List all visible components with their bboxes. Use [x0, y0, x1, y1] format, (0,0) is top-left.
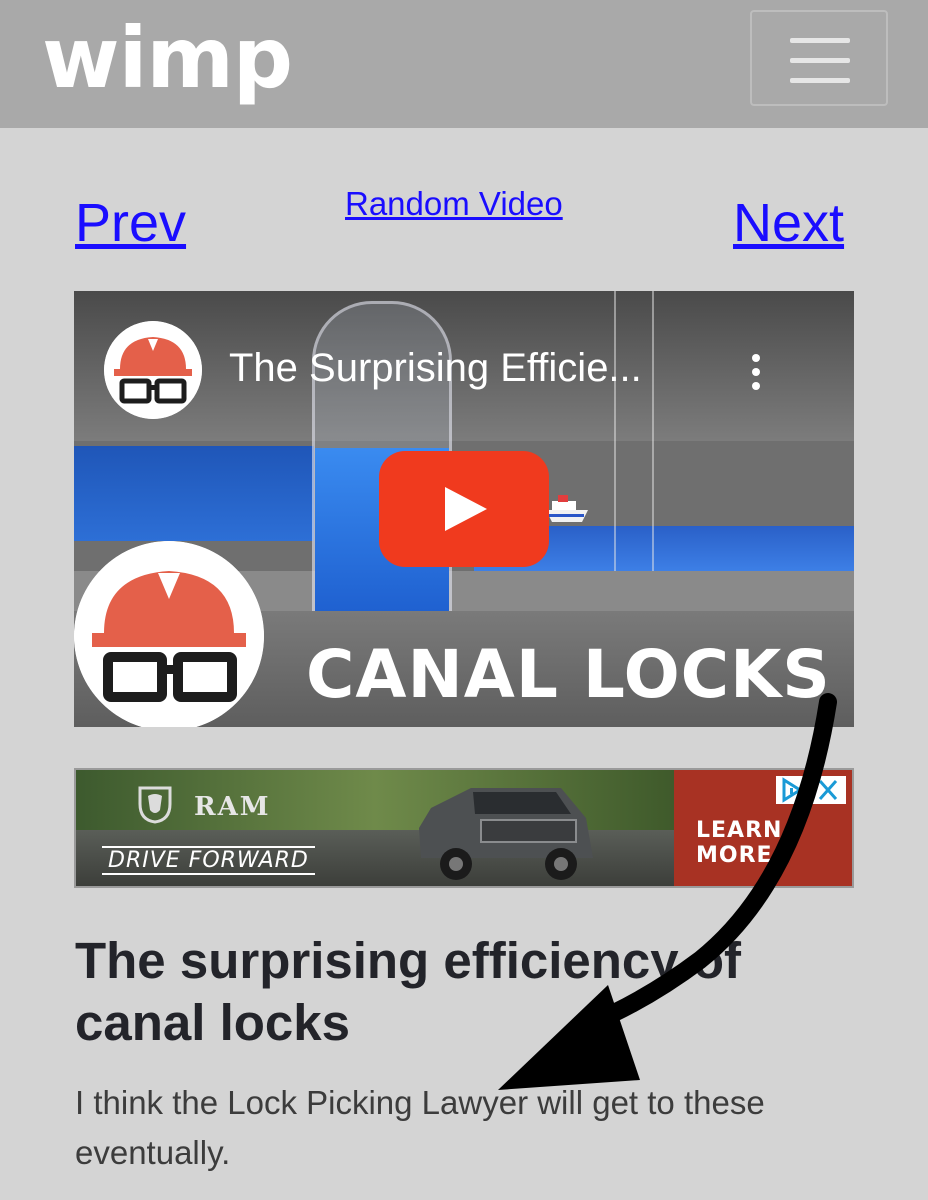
- close-icon[interactable]: [818, 780, 838, 800]
- play-button[interactable]: [379, 451, 549, 567]
- ram-head-icon: [138, 786, 172, 824]
- ad-cta-label[interactable]: LEARN MORE: [696, 818, 852, 868]
- site-logo[interactable]: wimp: [42, 8, 293, 108]
- play-icon: [445, 487, 487, 531]
- more-vertical-icon[interactable]: [750, 354, 762, 398]
- menu-button[interactable]: [750, 10, 888, 106]
- prev-link[interactable]: Prev: [75, 192, 186, 254]
- video-embed[interactable]: The Surprising Efficie... CANAL LOCKS: [74, 291, 854, 727]
- ad-tagline: DRIVE FORWARD: [102, 846, 315, 875]
- ad-brand: RAM: [194, 792, 271, 822]
- hamburger-line: [790, 78, 850, 83]
- video-title[interactable]: The Surprising Efficie...: [229, 346, 642, 391]
- advertisement-banner[interactable]: RAM DRIVE FORWARD LEARN MORE: [74, 768, 854, 888]
- article-description: I think the Lock Picking Lawyer will get…: [75, 1084, 765, 1171]
- thumbnail-water-left: [74, 446, 314, 541]
- next-link[interactable]: Next: [733, 192, 844, 254]
- hamburger-line: [790, 58, 850, 63]
- top-bar: wimp: [0, 0, 928, 128]
- hamburger-menu-icon: [790, 38, 850, 43]
- adchoices-icon[interactable]: [782, 777, 803, 803]
- thumbnail-glass-wall: [614, 291, 654, 581]
- truck-image: [419, 788, 593, 880]
- toy-boat-icon: [546, 495, 588, 522]
- thumbnail-avatar-icon: [74, 541, 264, 727]
- random-video-link[interactable]: Random Video: [345, 185, 563, 223]
- adchoices-container[interactable]: [776, 776, 846, 804]
- hard-hat-glasses-avatar-icon[interactable]: [104, 321, 202, 419]
- thumbnail-caption: CANAL LOCKS: [306, 636, 831, 713]
- article-headline: The surprising efficiency of canal locks: [75, 932, 741, 1051]
